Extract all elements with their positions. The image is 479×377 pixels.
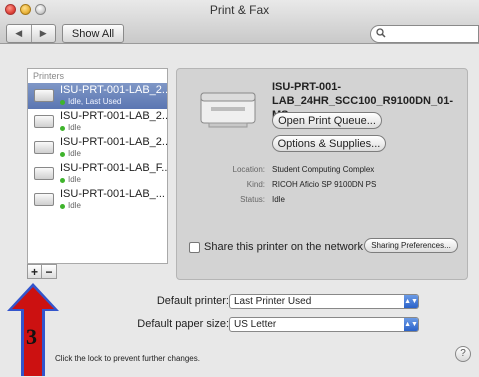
printer-list-status-text: Idle <box>68 149 81 158</box>
printer-list-status: Idle <box>60 175 167 185</box>
default-paper-size-select[interactable]: US Letter ▲▼ <box>229 317 419 332</box>
default-printer-select[interactable]: Last Printer Used ▲▼ <box>229 294 419 309</box>
popup-arrows-icon: ▲▼ <box>404 318 418 331</box>
printer-list-name: ISU-PRT-001-LAB_2... <box>60 136 167 148</box>
printer-list-status-text: Idle, Last Used <box>68 97 122 106</box>
default-paper-size-value: US Letter <box>234 319 277 330</box>
help-button[interactable]: ? <box>455 346 471 362</box>
share-printer-label: Share this printer on the network <box>204 241 363 253</box>
printer-list-item[interactable]: ISU-PRT-001-LAB_F... Idle <box>28 161 167 187</box>
location-label: Location: <box>232 165 265 174</box>
share-printer-checkbox[interactable] <box>189 242 200 253</box>
default-printer-value: Last Printer Used <box>234 296 312 307</box>
printer-thumbnail-icon <box>34 89 54 102</box>
search-input[interactable] <box>370 25 479 43</box>
location-value: Student Computing Complex <box>272 165 375 174</box>
printer-list-name: ISU-PRT-001-LAB_F... <box>60 162 167 174</box>
forward-icon[interactable]: ▶ <box>30 25 56 42</box>
kind-value: RICOH Aficio SP 9100DN PS <box>272 180 377 189</box>
status-dot-icon <box>60 151 65 157</box>
status-value: Idle <box>272 195 285 204</box>
search-icon <box>376 28 386 41</box>
default-printer-label: Default printer: <box>156 295 229 307</box>
title-bar: Print & Fax ◀ ▶ Show All <box>0 0 479 44</box>
default-paper-size-label: Default paper size: <box>137 318 229 330</box>
status-dot-icon <box>60 99 65 105</box>
add-remove-control: + − <box>27 264 57 279</box>
window-title: Print & Fax <box>209 3 270 17</box>
printer-list-status-text: Idle <box>68 123 81 132</box>
status-label: Status: <box>240 195 265 204</box>
printer-thumbnail-icon <box>34 141 54 154</box>
printer-list-item[interactable]: ISU-PRT-001-LAB_2... Idle <box>28 109 167 135</box>
printer-list-status-text: Idle <box>68 175 81 184</box>
open-print-queue-button[interactable]: Open Print Queue... <box>272 112 382 129</box>
printers-list-header: Printers <box>33 71 65 81</box>
back-forward-control: ◀ ▶ <box>6 24 56 43</box>
lock-message: Click the lock to prevent further change… <box>55 354 200 363</box>
printers-list: Printers ISU-PRT-001-LAB_2... Idle, Last … <box>27 68 168 264</box>
annotation-step-number: 3 <box>26 324 37 349</box>
add-printer-button[interactable]: + <box>27 264 42 279</box>
printer-thumbnail-icon <box>34 193 54 206</box>
printer-list-item[interactable]: ISU-PRT-001-LAB_2... Idle, Last Used <box>28 83 167 109</box>
printer-list-status: Idle, Last Used <box>60 97 167 107</box>
remove-printer-button[interactable]: − <box>42 264 57 279</box>
printer-list-name: ISU-PRT-001-LAB_... <box>60 188 165 200</box>
printer-list-item[interactable]: ISU-PRT-001-LAB_2... Idle <box>28 135 167 161</box>
printer-name-line1: ISU-PRT-001- <box>272 81 342 93</box>
printer-thumbnail-icon <box>34 167 54 180</box>
printer-list-status-text: Idle <box>68 201 81 210</box>
sharing-preferences-button[interactable]: Sharing Preferences... <box>364 238 458 253</box>
show-all-button[interactable]: Show All <box>62 24 124 43</box>
status-dot-icon <box>60 125 65 131</box>
status-dot-icon <box>60 203 65 209</box>
printer-list-name: ISU-PRT-001-LAB_2... <box>60 84 167 96</box>
popup-arrows-icon: ▲▼ <box>404 295 418 308</box>
printer-thumbnail-icon <box>34 115 54 128</box>
printer-detail-panel: ISU-PRT-001- LAB_24HR_SCC100_R9100DN_01-… <box>176 68 468 280</box>
printer-list-status: Idle <box>60 123 167 133</box>
kind-label: Kind: <box>246 180 265 189</box>
printer-list-name: ISU-PRT-001-LAB_2... <box>60 110 167 122</box>
options-supplies-button[interactable]: Options & Supplies... <box>272 135 386 152</box>
printer-list-item[interactable]: ISU-PRT-001-LAB_... Idle <box>28 187 167 213</box>
printer-list-status: Idle <box>60 149 167 159</box>
printer-icon <box>200 92 256 128</box>
printer-list-status: Idle <box>60 201 167 211</box>
status-dot-icon <box>60 177 65 183</box>
back-icon[interactable]: ◀ <box>7 25 31 42</box>
